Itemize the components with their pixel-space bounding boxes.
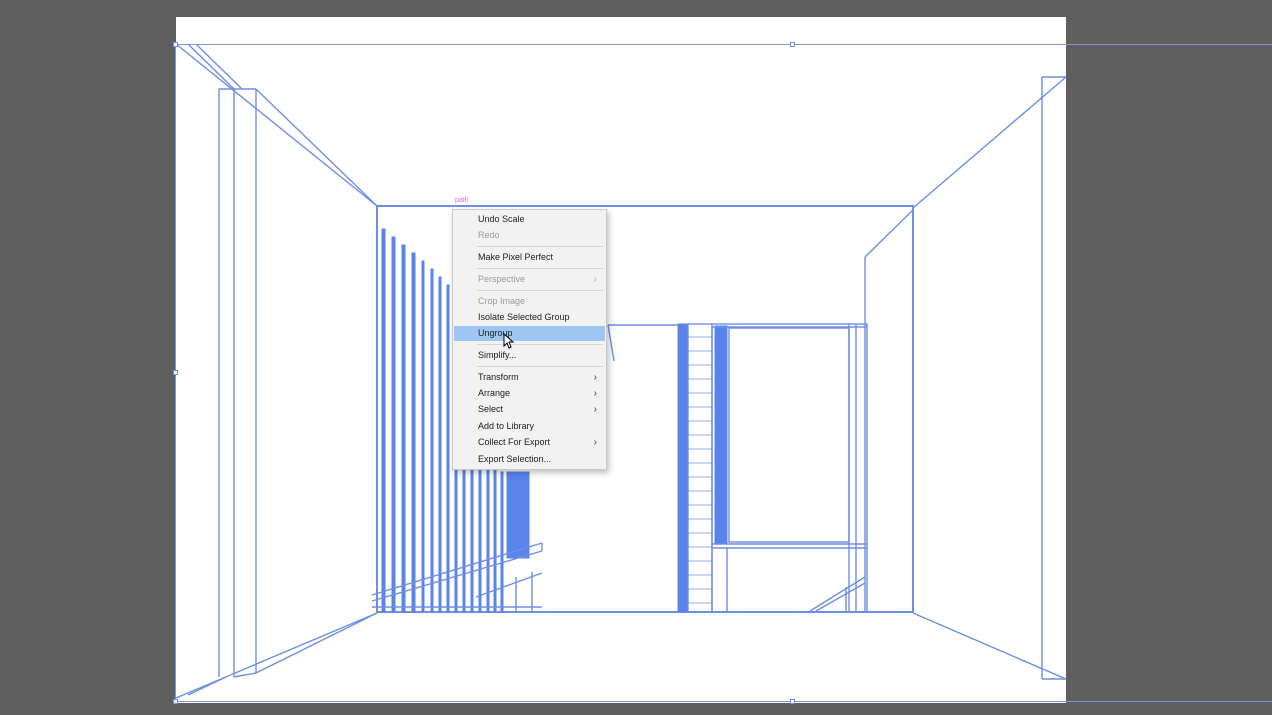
context-menu[interactable]: Undo Scale Redo Make Pixel Perfect Persp… [452,209,607,470]
menu-separator [477,344,603,345]
menu-item-arrange[interactable]: Arrange › [454,386,605,401]
smart-guide-path-label: path [455,197,469,204]
menu-separator [477,290,603,291]
menu-separator [477,268,603,269]
interior-perspective-artwork[interactable] [176,17,1066,703]
chevron-right-icon: › [593,372,597,383]
menu-item-isolate-selected-group[interactable]: Isolate Selected Group [454,310,605,325]
menu-item-ungroup[interactable]: Ungroup [454,326,605,341]
menu-item-redo[interactable]: Redo [454,228,605,243]
menu-item-perspective[interactable]: Perspective › [454,272,605,287]
menu-separator [477,366,603,367]
selection-handle-top-left[interactable] [173,42,178,47]
selection-handle-top-middle[interactable] [790,42,795,47]
artboard[interactable] [176,17,1066,703]
menu-item-make-pixel-perfect[interactable]: Make Pixel Perfect [454,250,605,265]
selection-handle-bottom-left[interactable] [173,699,178,704]
menu-item-crop-image[interactable]: Crop Image [454,294,605,309]
menu-item-export-selection[interactable]: Export Selection... [454,452,605,467]
selection-handle-middle-left[interactable] [173,370,178,375]
selection-bounding-top [176,44,1272,45]
menu-separator [477,246,603,247]
chevron-right-icon: › [593,437,597,448]
arrow-pointer-icon [503,333,515,349]
menu-item-transform[interactable]: Transform › [454,370,605,385]
chevron-right-icon: › [593,388,597,399]
menu-item-undo-scale[interactable]: Undo Scale [454,212,605,227]
menu-item-select[interactable]: Select › [454,402,605,417]
chevron-right-icon: › [593,274,597,285]
selection-handle-bottom-middle[interactable] [790,699,795,704]
chevron-right-icon: › [593,404,597,415]
menu-item-simplify[interactable]: Simplify... [454,348,605,363]
selection-bounding-bottom [176,701,1272,702]
menu-item-add-to-library[interactable]: Add to Library [454,419,605,434]
menu-item-collect-for-export[interactable]: Collect For Export › [454,435,605,450]
